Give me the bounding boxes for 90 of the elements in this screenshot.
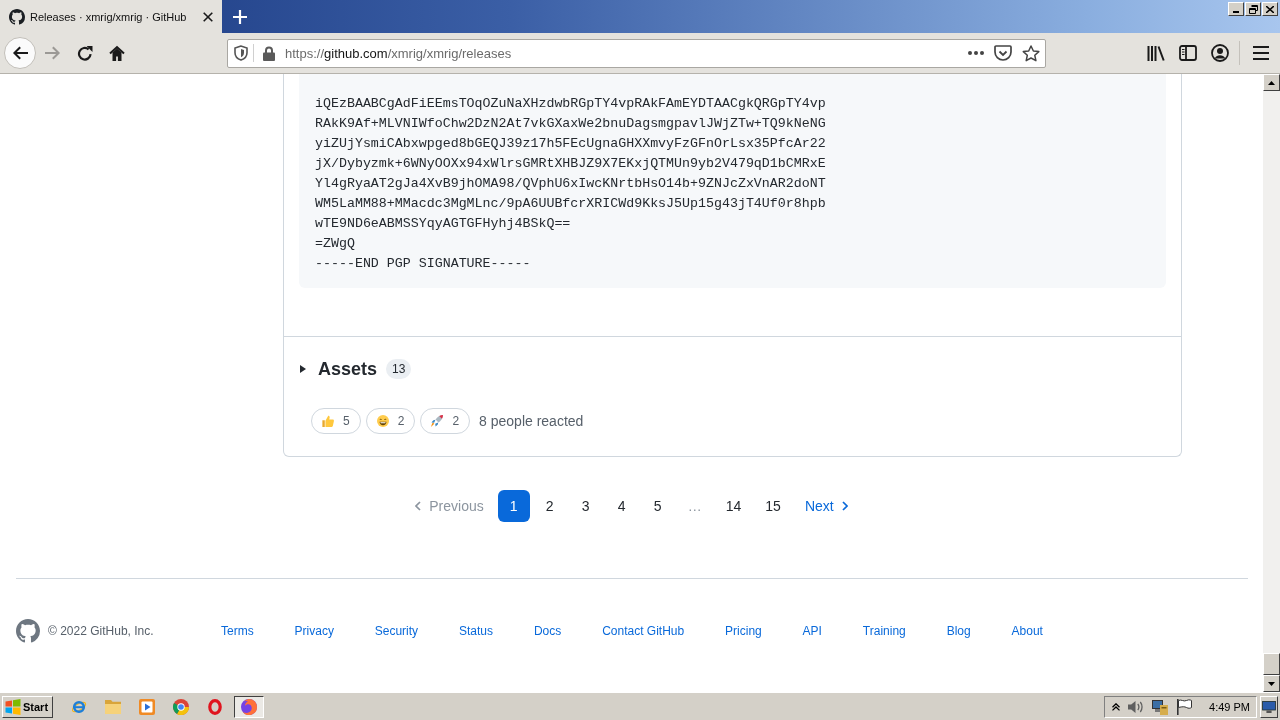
address-bar[interactable]: https://github.com/xmrig/xmrig/releases	[227, 38, 1046, 68]
rocket-icon	[431, 415, 444, 427]
ring-logo-icon	[208, 698, 222, 715]
circle-logo-icon	[173, 698, 189, 715]
triangle-down-icon	[1268, 681, 1275, 686]
page-link[interactable]: 1	[497, 490, 530, 522]
menu-icon[interactable]	[1253, 46, 1269, 60]
footer-link[interactable]: Status	[459, 624, 494, 638]
flag-icon[interactable]	[1176, 698, 1192, 715]
reaction-button[interactable]: 5	[311, 408, 361, 434]
footer-link[interactable]: Pricing	[725, 624, 762, 638]
books-icon[interactable]	[1147, 45, 1165, 61]
taskbar-app-button[interactable]	[234, 695, 264, 718]
speaker-icon[interactable]	[1128, 698, 1144, 715]
cat-logo-icon	[9, 8, 25, 25]
page-link[interactable]: 15	[755, 490, 791, 522]
restore-button[interactable]	[1245, 2, 1261, 16]
play-icon	[139, 698, 155, 715]
scroll-down-button[interactable]	[1263, 675, 1280, 692]
window-flag-icon	[5, 698, 21, 715]
page-link[interactable]: 2	[533, 490, 566, 522]
footer-link[interactable]: Blog	[946, 624, 971, 638]
star-icon[interactable]	[1022, 44, 1040, 62]
show-desktop-button[interactable]	[1260, 695, 1278, 718]
footer-link[interactable]: Docs	[533, 624, 562, 638]
code-line: wTE9ND6eABMSSYqyAGTGFHyhj4BSkQ==	[315, 215, 571, 233]
code-line: RAkK9Af+MLVNIWfoChw2DzN2At7vkGXaxWe2bnuDagsmgpavlJWjZTw+TQ9kNeNG	[315, 115, 826, 133]
next-link[interactable]: Next	[794, 490, 858, 522]
close-icon	[1266, 5, 1274, 13]
monitor-icon	[1262, 700, 1276, 713]
browser-tab[interactable]: Releases · xmrig/xmrig · GitHub	[0, 0, 222, 33]
code-line: jX/Dybyzmk+6WNyOOXx94xWlrsGMRtXHBJZ9X7EKxjQTMUn9yb2V479qD1bCMRxE	[315, 155, 826, 173]
close-button[interactable]	[1262, 2, 1278, 16]
footer-link[interactable]: About	[1011, 624, 1043, 638]
close-icon[interactable]	[203, 11, 213, 22]
more-icon[interactable]	[968, 51, 984, 55]
shield-icon[interactable]	[234, 45, 248, 61]
footer-link[interactable]: API	[802, 624, 822, 638]
folder-icon	[105, 699, 121, 714]
scroll-up-button[interactable]	[1263, 74, 1280, 91]
minimize-icon	[1233, 11, 1239, 13]
chevron-up-icon[interactable]	[1112, 702, 1120, 711]
code-line: -----END PGP SIGNATURE-----	[315, 255, 531, 273]
footer-link[interactable]: Security	[374, 624, 419, 638]
footer-link[interactable]: Contact GitHub	[602, 624, 685, 638]
page-link[interactable]: 4	[605, 490, 638, 522]
restore-icon	[1248, 4, 1258, 14]
lock-icon[interactable]	[263, 45, 275, 61]
code-line: =ZWgQ	[315, 235, 355, 253]
code-line: Yl4gRyaAT2gJa4XvB9jhOMA98/QVphU6xIwcKNrtbHsO14b+9ZNJcZxVnAR2doNT	[315, 175, 826, 193]
page-link[interactable]: 5	[641, 490, 674, 522]
footer-link[interactable]: Training	[862, 624, 906, 638]
fox-globe-icon	[241, 698, 257, 715]
page-link[interactable]: 3	[569, 490, 602, 522]
sidebar-icon[interactable]	[1179, 45, 1197, 61]
minimize-button[interactable]	[1228, 2, 1244, 16]
code-line: yiZUjYsmiCAbxwpged8bGEQJ39z17h5FEcUgnaGHXXmvyFzGFnOrLsx35PfcAr22	[315, 135, 826, 153]
copyright: © 2022 GitHub, Inc.	[48, 624, 154, 638]
footer-link[interactable]: Terms	[221, 624, 254, 638]
reaction-button[interactable]: 2	[365, 408, 416, 434]
triangle-right-icon[interactable]	[300, 365, 306, 373]
account-icon[interactable]	[1211, 44, 1229, 62]
start-button[interactable]: Start	[2, 695, 53, 718]
page-gap: …	[686, 497, 703, 516]
grinning-face-icon	[376, 415, 389, 427]
triangle-up-icon	[1268, 80, 1275, 85]
page-link[interactable]: 14	[715, 490, 752, 522]
reload-icon[interactable]	[77, 45, 93, 61]
code-line: WM5LaMM88+MMacdc3MgMLnc/9pA6UUBfcrXRICWd9KksJ5Up15g43jT4Uf0r8hpb	[315, 195, 826, 213]
assets-heading[interactable]: Assets	[318, 358, 378, 380]
count-badge: 13	[386, 359, 412, 379]
chevron-shield-icon[interactable]	[994, 45, 1012, 61]
scroll-thumb[interactable]	[1263, 653, 1280, 675]
arrow-left-icon	[12, 46, 28, 60]
url-text: https://github.com/xmrig/xmrig/releases	[285, 45, 512, 61]
footer-link[interactable]: Privacy	[294, 624, 334, 638]
cat-logo-icon[interactable]	[16, 619, 40, 643]
plus-icon[interactable]	[233, 9, 247, 24]
chevron-right-icon	[841, 501, 848, 511]
reactions-summary: 8 people reacted	[479, 413, 584, 429]
clock[interactable]: 4:49 PM	[1209, 700, 1250, 713]
chevron-left-icon	[415, 501, 422, 511]
thumbs-up-icon	[322, 415, 334, 427]
back-button[interactable]	[4, 37, 36, 69]
code-line: iQEzBAABCgAdFiEEmsTOqOZuNaXHzdwbRGpTY4vpRAkFAmEYDTAACgkQRGpTY4vp	[315, 95, 826, 113]
e-logo-icon	[71, 698, 87, 715]
network-icon[interactable]	[1152, 698, 1168, 715]
scrollbar[interactable]	[1263, 74, 1280, 692]
home-icon[interactable]	[109, 45, 125, 61]
reaction-button[interactable]: 2	[420, 408, 471, 434]
